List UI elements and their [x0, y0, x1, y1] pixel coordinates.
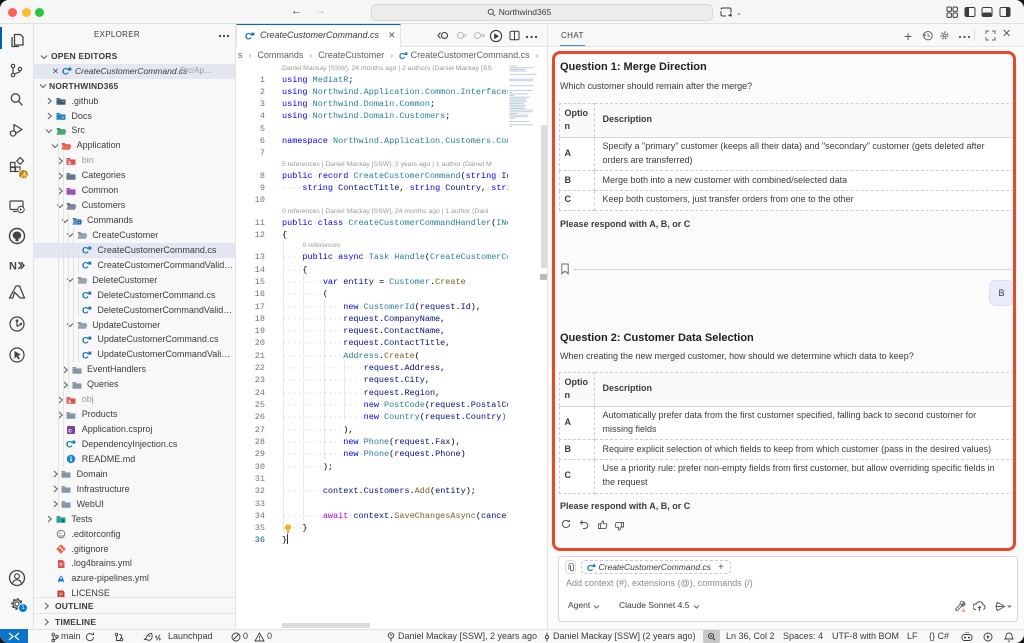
svg-text:b: b: [68, 399, 71, 404]
svg-text:N: N: [9, 261, 17, 273]
svg-text:C: C: [587, 563, 593, 572]
svg-text:C: C: [66, 439, 73, 449]
svg-text:C: C: [245, 31, 252, 41]
svg-text:C: C: [82, 335, 89, 345]
svg-text:C: C: [82, 260, 89, 270]
svg-text:c: c: [68, 427, 72, 434]
svg-text:C: C: [399, 51, 405, 60]
svg-text:C: C: [82, 245, 89, 255]
svg-text:b: b: [68, 160, 71, 165]
svg-text:C: C: [62, 66, 69, 76]
svg-text:C: C: [82, 305, 89, 315]
svg-text:C: C: [82, 350, 89, 360]
svg-text:C: C: [82, 290, 89, 300]
